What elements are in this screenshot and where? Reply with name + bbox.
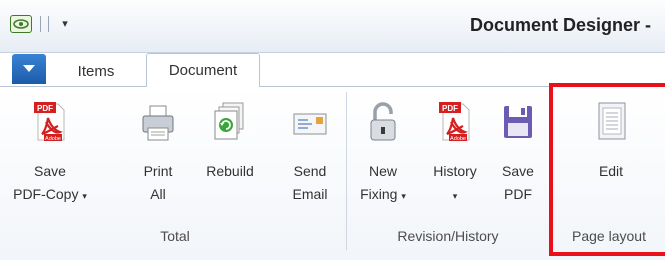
send-email-button[interactable]: Send Email bbox=[280, 92, 340, 222]
save-pdf-button[interactable]: Save PDF bbox=[492, 92, 544, 222]
quick-access-separator bbox=[40, 16, 41, 32]
save-pdf-copy-button[interactable]: PDF Adobe Save PDF-Copy ▾ bbox=[6, 92, 94, 222]
printer-icon bbox=[140, 100, 176, 144]
window-title: Document Designer - bbox=[470, 15, 652, 35]
edit-page-layout-button[interactable]: Edit bbox=[572, 92, 650, 222]
rebuild-button[interactable]: Rebuild bbox=[198, 92, 262, 222]
send-email-label-line1: Send bbox=[293, 163, 327, 179]
dropdown-caret-icon: ▾ bbox=[452, 191, 458, 201]
rebuild-icon bbox=[212, 100, 248, 144]
new-fixing-label-line1: New bbox=[368, 163, 397, 179]
save-pdf-copy-label-line2: PDF-Copy ▾ bbox=[13, 186, 87, 202]
send-email-label-line2: Email bbox=[292, 186, 328, 202]
print-all-button[interactable]: Print All bbox=[130, 92, 186, 222]
history-button[interactable]: PDF Adobe History ▾ bbox=[426, 92, 484, 222]
page-icon bbox=[593, 100, 629, 144]
tab-items[interactable]: Items bbox=[58, 58, 134, 86]
dropdown-caret-icon: ▾ bbox=[82, 191, 87, 201]
app-logo-icon[interactable] bbox=[10, 15, 32, 33]
svg-text:Adobe: Adobe bbox=[450, 136, 466, 142]
dropdown-caret-icon: ▾ bbox=[401, 191, 406, 201]
tab-document[interactable]: Document bbox=[146, 53, 260, 87]
svg-text:PDF: PDF bbox=[37, 104, 53, 113]
edit-label: Edit bbox=[598, 163, 624, 179]
group-separator bbox=[549, 92, 550, 250]
group-label-revision-history: Revision/History bbox=[397, 228, 499, 244]
svg-text:Adobe: Adobe bbox=[45, 136, 61, 142]
group-label-page-layout: Page layout bbox=[572, 228, 646, 244]
save-pdf-label-line2: PDF bbox=[504, 186, 532, 202]
application-menu-button[interactable] bbox=[12, 54, 46, 84]
group-label-total: Total bbox=[160, 228, 190, 244]
new-fixing-button[interactable]: New Fixing ▾ bbox=[354, 92, 412, 222]
chevron-down-icon bbox=[23, 65, 35, 72]
quick-access-dropdown-icon[interactable]: ▾ bbox=[58, 16, 72, 32]
history-label: History bbox=[433, 163, 477, 179]
save-pdf-label-line1: Save bbox=[502, 163, 534, 179]
history-caret: ▾ bbox=[426, 183, 484, 207]
quick-access-separator bbox=[48, 16, 49, 32]
save-pdf-copy-label-line1: Save bbox=[34, 163, 66, 179]
padlock-icon bbox=[365, 100, 401, 144]
pdf-icon: PDF Adobe bbox=[32, 100, 68, 144]
svg-text:PDF: PDF bbox=[442, 104, 458, 113]
group-separator bbox=[346, 92, 347, 250]
app-window: ▾ Document Designer - Items Document PDF… bbox=[0, 0, 665, 260]
email-icon bbox=[292, 100, 328, 144]
title-bar: ▾ Document Designer - bbox=[0, 0, 665, 53]
pdf-icon: PDF Adobe bbox=[437, 100, 473, 144]
new-fixing-label-line2: Fixing ▾ bbox=[360, 186, 406, 202]
rebuild-label: Rebuild bbox=[206, 163, 254, 179]
save-disk-icon bbox=[500, 100, 536, 144]
print-all-label-line1: Print bbox=[143, 163, 173, 179]
print-all-label-line2: All bbox=[150, 186, 166, 202]
